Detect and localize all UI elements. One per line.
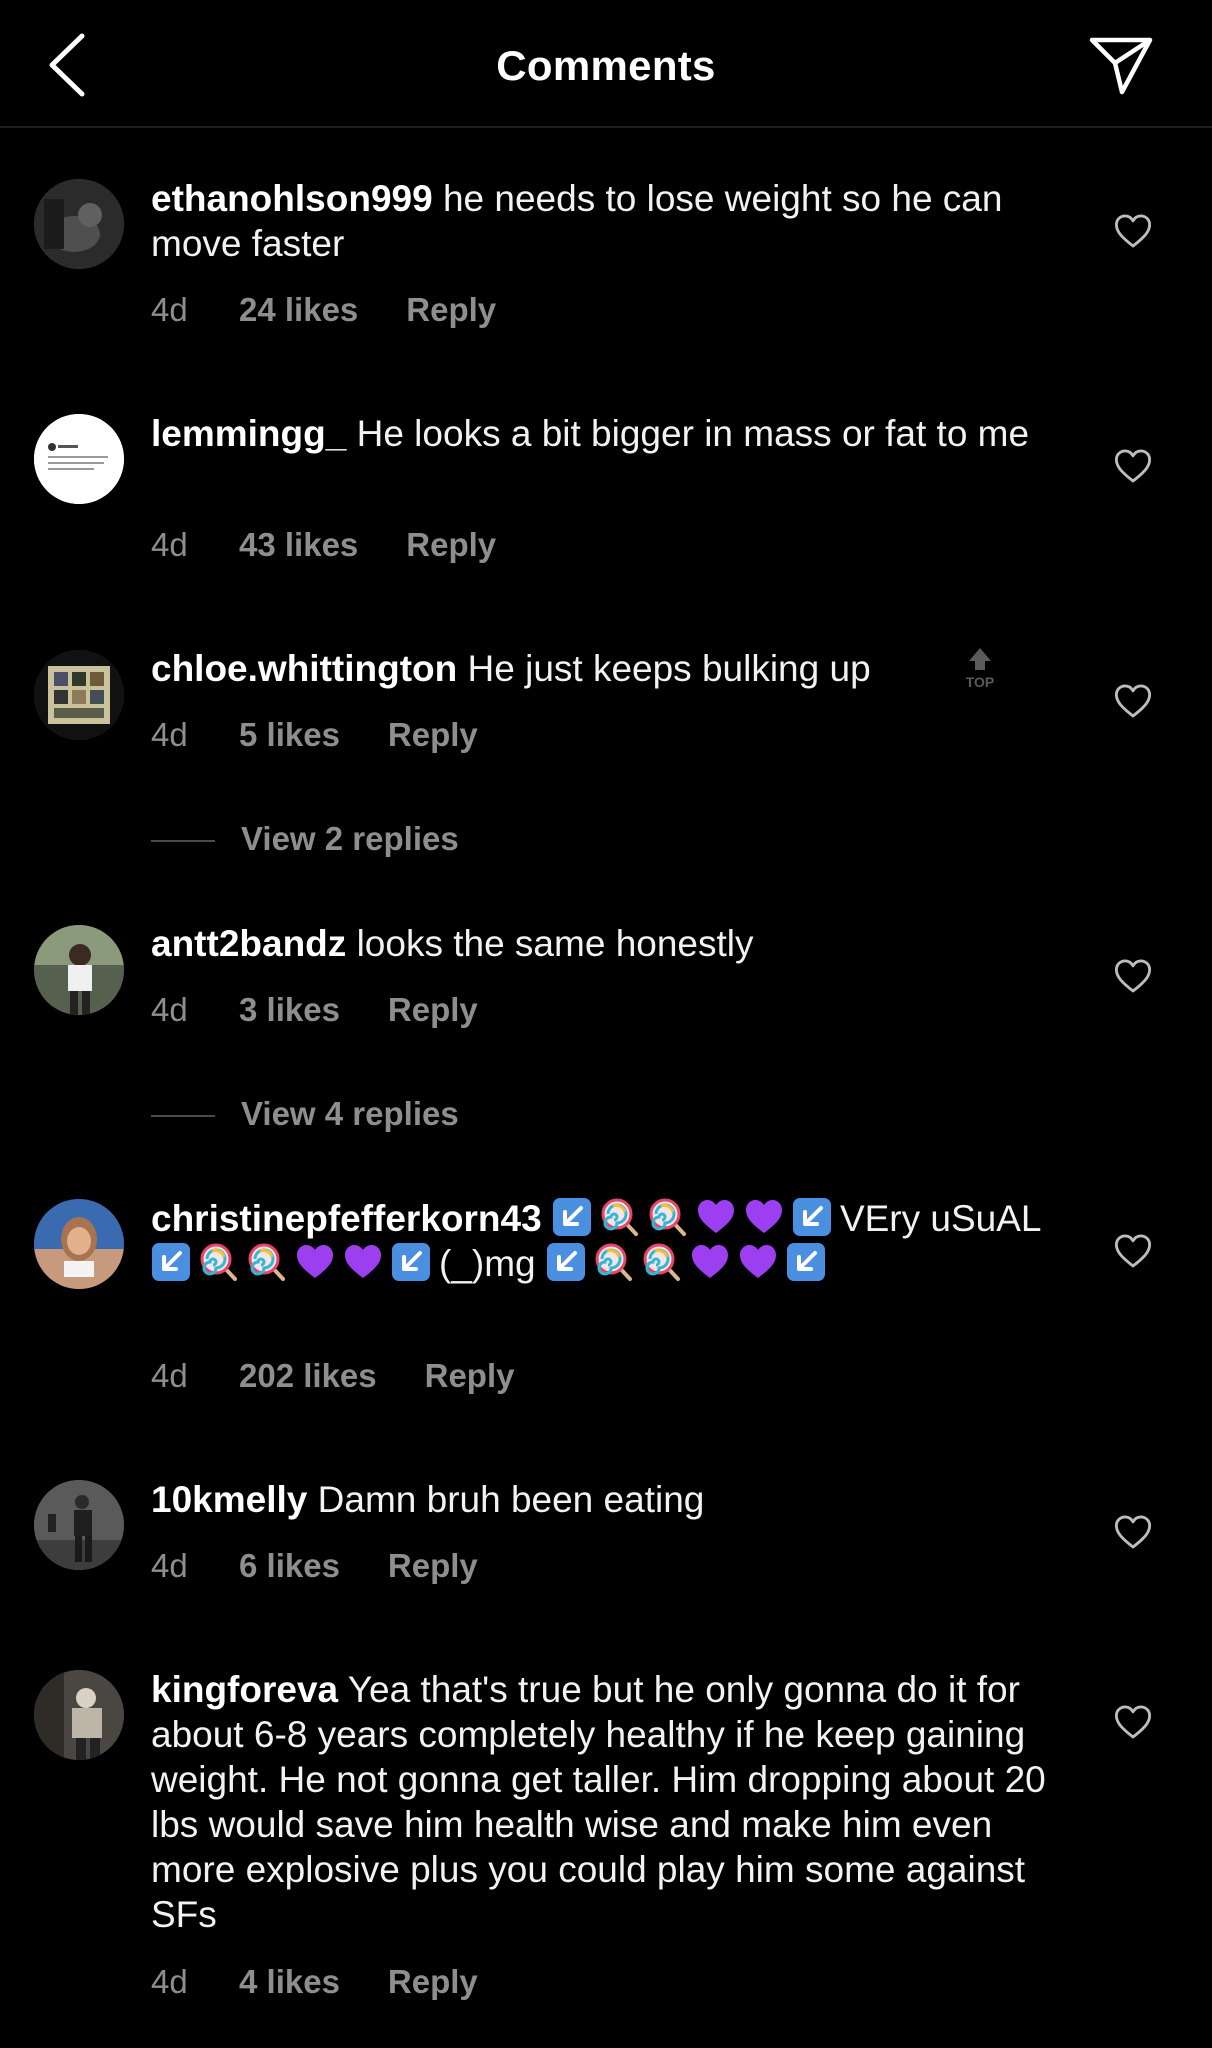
comment-meta: 4d 43 likes Reply [151,526,496,564]
comment-body-part: (_)mg [439,1243,536,1284]
avatar[interactable] [34,1199,124,1289]
arrow-down-left-emoji-icon [151,1242,191,1282]
arrow-down-left-emoji-icon [546,1242,586,1282]
top-comment-badge: TOP [966,648,995,690]
purple-heart-emoji-icon [295,1242,335,1282]
reply-button[interactable]: Reply [388,1547,478,1584]
comment-age: 4d [151,716,188,753]
view-replies-button[interactable]: View 4 replies [151,1095,459,1133]
comment-likes[interactable]: 5 likes [239,716,340,753]
heart-outline-icon[interactable] [1114,1514,1152,1550]
comment-username[interactable]: 10kmelly [151,1479,307,1520]
comment-username[interactable]: chloe.whittington [151,648,457,689]
comments-header: Comments [0,0,1212,128]
comment-likes[interactable]: 43 likes [239,526,358,563]
comment-username[interactable]: christinepfefferkorn43 [151,1198,542,1239]
heart-outline-icon[interactable] [1114,958,1152,994]
arrow-down-left-emoji-icon [792,1197,832,1237]
comment-text: christinepfefferkorn43 VEry uSuAL (_)mg [151,1196,1051,1286]
comment-text: kingforeva Yea that's true but he only g… [151,1667,1051,1937]
heart-outline-icon[interactable] [1114,213,1152,249]
divider [151,1115,215,1118]
comment-meta: 4d 202 likes Reply [151,1357,515,1395]
lollipop-emoji-icon [199,1242,239,1282]
lollipop-emoji-icon [594,1242,634,1282]
comment-likes[interactable]: 202 likes [239,1357,377,1394]
avatar[interactable] [34,650,124,740]
comment-body: He looks a bit bigger in mass or fat to … [356,413,1030,454]
comment-age: 4d [151,1547,188,1584]
comment-meta: 4d 5 likes Reply [151,716,478,754]
reply-button[interactable]: Reply [406,291,496,328]
comment-text: antt2bandz looks the same honestly [151,921,1051,966]
comment-likes[interactable]: 24 likes [239,291,358,328]
comment-text: 10kmelly Damn bruh been eating [151,1477,1051,1522]
comment-body: He just keeps bulking up [467,648,871,689]
purple-heart-emoji-icon [744,1197,784,1237]
badge-label: TOP [966,674,995,690]
avatar[interactable] [34,925,124,1015]
comment-meta: 4d 3 likes Reply [151,991,478,1029]
comment-meta: 4d 6 likes Reply [151,1547,478,1585]
comment-age: 4d [151,991,188,1028]
paper-plane-icon[interactable] [1088,34,1154,96]
comment-age: 4d [151,291,188,328]
comment-likes[interactable]: 4 likes [239,1963,340,2000]
purple-heart-emoji-icon [738,1242,778,1282]
comment-text: ethanohlson999 he needs to lose weight s… [151,176,1051,266]
lollipop-emoji-icon [247,1242,287,1282]
comment-body-part: uSuAL [930,1198,1041,1239]
lollipop-emoji-icon [648,1197,688,1237]
comment-username[interactable]: ethanohlson999 [151,178,433,219]
comment-age: 4d [151,526,188,563]
view-replies-button[interactable]: View 2 replies [151,820,459,858]
arrow-down-left-emoji-icon [391,1242,431,1282]
comment-username[interactable]: lemmingg_ [151,413,346,454]
lollipop-emoji-icon [642,1242,682,1282]
purple-heart-emoji-icon [690,1242,730,1282]
reply-button[interactable]: Reply [388,991,478,1028]
lollipop-emoji-icon [600,1197,640,1237]
purple-heart-emoji-icon [343,1242,383,1282]
comment-username[interactable]: antt2bandz [151,923,346,964]
avatar[interactable] [34,414,124,504]
comment-meta: 4d 4 likes Reply [151,1963,478,2001]
comment-age: 4d [151,1357,188,1394]
comment-likes[interactable]: 6 likes [239,1547,340,1584]
heart-outline-icon[interactable] [1114,1233,1152,1269]
page-title: Comments [496,42,716,89]
view-replies-label: View 4 replies [241,1095,459,1132]
reply-button[interactable]: Reply [406,526,496,563]
avatar[interactable] [34,179,124,269]
comment-body-part: VEry [839,1198,921,1239]
comment-age: 4d [151,1963,188,2000]
reply-button[interactable]: Reply [388,716,478,753]
comment-body: Damn bruh been eating [317,1479,705,1520]
arrow-down-left-emoji-icon [552,1197,592,1237]
comment-meta: 4d 24 likes Reply [151,291,496,329]
comment-likes[interactable]: 3 likes [239,991,340,1028]
comment-text: chloe.whittington He just keeps bulking … [151,646,1051,691]
avatar[interactable] [34,1670,124,1760]
purple-heart-emoji-icon [696,1197,736,1237]
comment-body: looks the same honestly [356,923,754,964]
reply-button[interactable]: Reply [425,1357,515,1394]
comment-text: lemmingg_ He looks a bit bigger in mass … [151,411,1051,456]
comment-username[interactable]: kingforeva [151,1669,338,1710]
avatar[interactable] [34,1480,124,1570]
arrow-down-left-emoji-icon [786,1242,826,1282]
reply-button[interactable]: Reply [388,1963,478,2000]
view-replies-label: View 2 replies [241,820,459,857]
heart-outline-icon[interactable] [1114,448,1152,484]
heart-outline-icon[interactable] [1114,683,1152,719]
divider [151,840,215,843]
heart-outline-icon[interactable] [1114,1704,1152,1740]
